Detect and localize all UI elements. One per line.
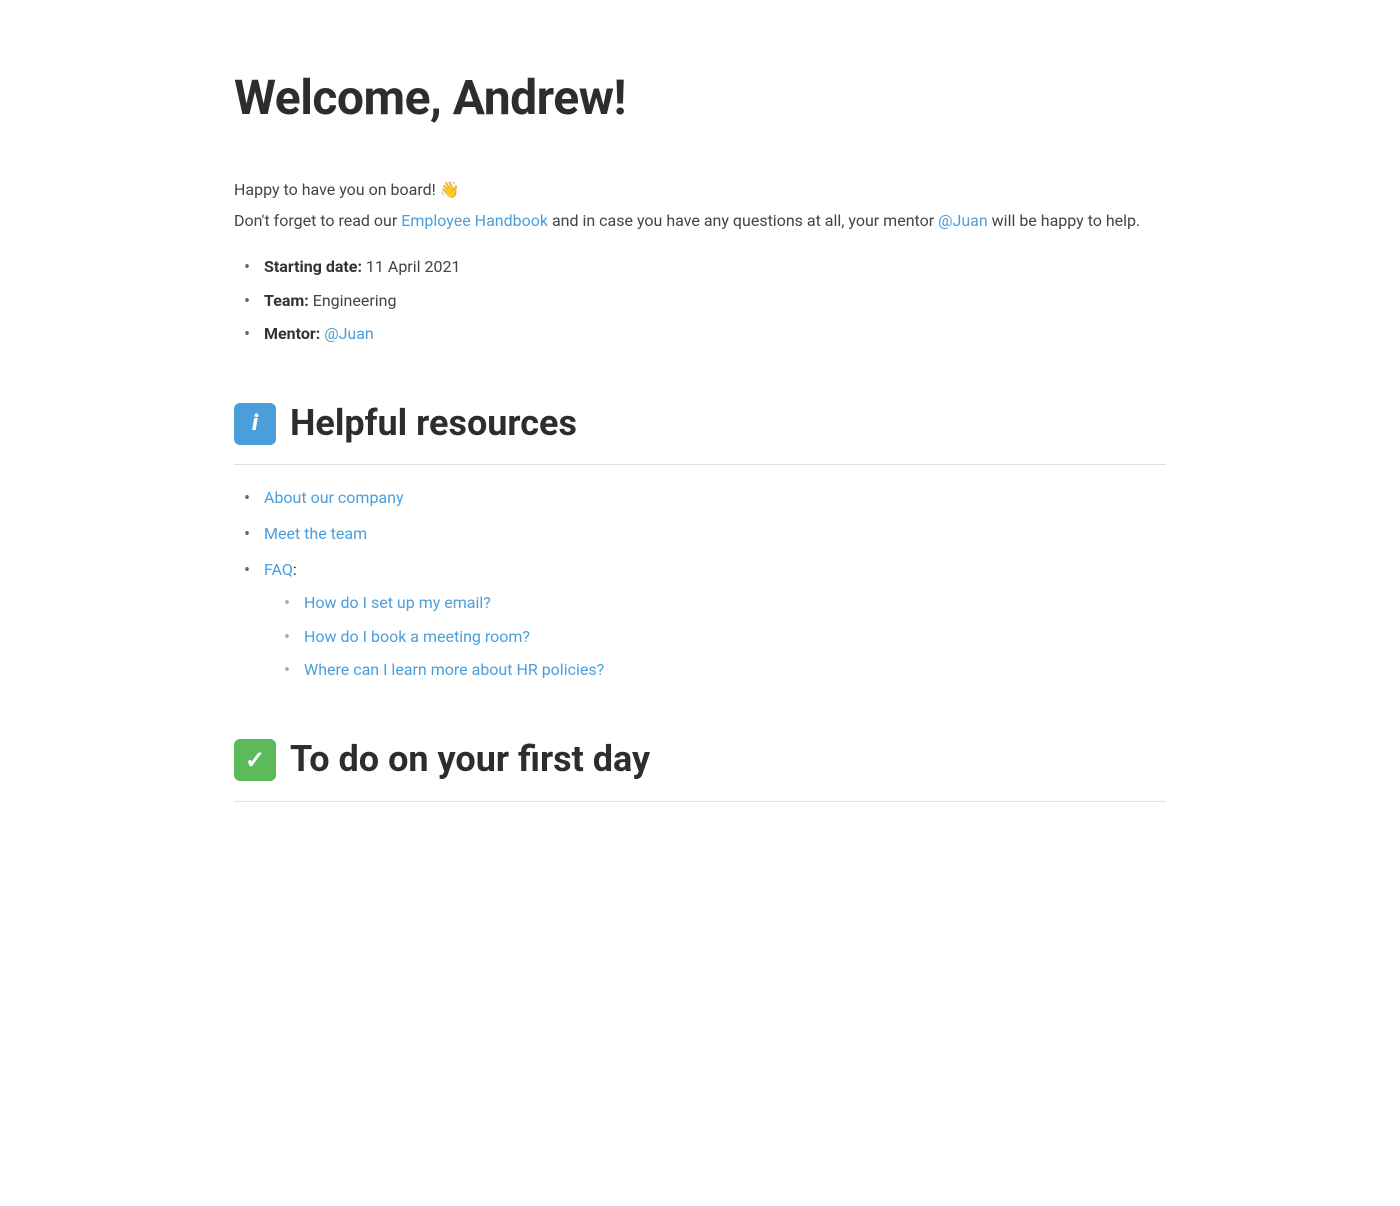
faq-item-meeting: How do I book a meeting room?	[284, 624, 1166, 650]
helpful-resources-heading: i Helpful resources	[234, 395, 1166, 466]
detail-mentor-label: Mentor:	[264, 324, 320, 343]
resources-list: About our company Meet the team FAQ: How…	[234, 485, 1166, 683]
detail-team: Team: Engineering	[244, 288, 1166, 314]
detail-team-label: Team:	[264, 291, 309, 310]
employee-handbook-link[interactable]: Employee Handbook	[401, 211, 548, 230]
faq-hr-link[interactable]: Where can I learn more about HR policies…	[304, 660, 604, 679]
faq-email-link[interactable]: How do I set up my email?	[304, 593, 491, 612]
page-container: Welcome, Andrew! Happy to have you on bo…	[150, 0, 1250, 862]
resource-item-faq: FAQ: How do I set up my email? How do I …	[244, 557, 1166, 683]
faq-colon: :	[293, 560, 297, 579]
faq-meeting-link[interactable]: How do I book a meeting room?	[304, 627, 530, 646]
todo-heading: ✓ To do on your first day	[234, 731, 1166, 802]
meet-the-team-link[interactable]: Meet the team	[264, 524, 367, 543]
page-title: Welcome, Andrew!	[234, 60, 1166, 137]
mentor-link-intro[interactable]: @Juan	[938, 211, 988, 230]
intro-line1: Happy to have you on board! 👋	[234, 177, 1166, 203]
about-company-link[interactable]: About our company	[264, 488, 404, 507]
faq-sub-list: How do I set up my email? How do I book …	[264, 590, 1166, 683]
info-icon: i	[234, 403, 276, 445]
details-list: Starting date: 11 April 2021 Team: Engin…	[234, 254, 1166, 347]
detail-mentor: Mentor: @Juan	[244, 321, 1166, 347]
todo-title: To do on your first day	[290, 731, 650, 789]
intro-line2-prefix: Don't forget to read our	[234, 211, 401, 230]
intro-line2-suffix: will be happy to help.	[988, 211, 1141, 230]
faq-link[interactable]: FAQ	[264, 560, 293, 579]
intro-line2: Don't forget to read our Employee Handbo…	[234, 208, 1166, 234]
resource-item-about: About our company	[244, 485, 1166, 511]
faq-item-hr: Where can I learn more about HR policies…	[284, 657, 1166, 683]
mentor-link[interactable]: @Juan	[324, 324, 374, 343]
resource-item-team: Meet the team	[244, 521, 1166, 547]
intro-line2-middle: and in case you have any questions at al…	[548, 211, 938, 230]
detail-team-value: Engineering	[313, 291, 397, 310]
detail-starting-date-label: Starting date:	[264, 257, 362, 276]
helpful-resources-title: Helpful resources	[290, 395, 577, 453]
todo-section: ✓ To do on your first day	[234, 731, 1166, 802]
check-icon: ✓	[234, 739, 276, 781]
detail-starting-date: Starting date: 11 April 2021	[244, 254, 1166, 280]
helpful-resources-section: i Helpful resources About our company Me…	[234, 395, 1166, 683]
faq-item-email: How do I set up my email?	[284, 590, 1166, 616]
detail-starting-date-value: 11 April 2021	[366, 257, 461, 276]
